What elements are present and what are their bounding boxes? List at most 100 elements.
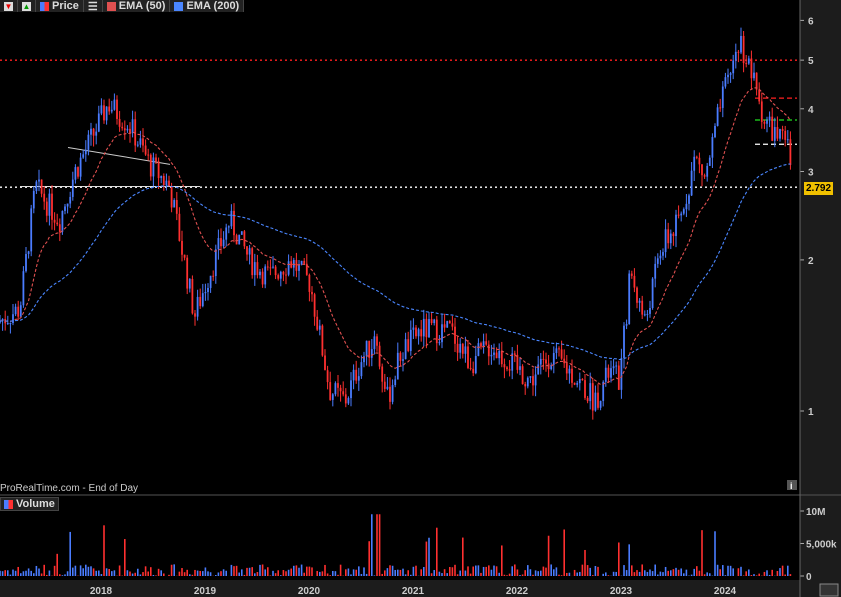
volume-bar <box>638 571 641 576</box>
candle <box>503 364 506 368</box>
volume-bar <box>677 569 680 576</box>
candle <box>425 318 428 338</box>
candle <box>682 209 685 214</box>
candle <box>142 138 144 146</box>
candle <box>58 224 61 232</box>
candle <box>277 275 280 279</box>
candle <box>214 249 217 277</box>
candle <box>576 383 579 385</box>
candle <box>636 287 638 303</box>
volume-bar <box>157 568 160 576</box>
candle <box>521 366 524 385</box>
volume-bar <box>657 574 659 576</box>
volume-bar <box>740 566 742 576</box>
candle <box>693 156 696 171</box>
candle <box>485 341 488 345</box>
candle <box>370 349 373 358</box>
candle <box>766 120 768 124</box>
volume-bar <box>456 574 459 576</box>
volume-bar <box>750 575 753 576</box>
candle <box>188 278 191 289</box>
volume-bar <box>124 539 126 576</box>
y-tick-label: 4 <box>808 105 814 116</box>
volume-bar <box>280 575 282 576</box>
candle <box>318 325 321 330</box>
volume-bar <box>495 566 498 576</box>
volume-bar <box>87 566 90 576</box>
volume-bar <box>475 565 477 576</box>
candle <box>27 251 30 255</box>
candle <box>708 157 711 166</box>
volume-bar <box>326 573 329 576</box>
candle <box>290 261 293 268</box>
candle <box>643 314 646 316</box>
volume-bar <box>300 564 303 576</box>
volume-bar <box>113 570 116 576</box>
candle <box>402 359 404 361</box>
candle <box>409 329 412 351</box>
volume-bar <box>542 566 545 576</box>
volume-bar <box>30 570 32 576</box>
candle <box>170 186 173 208</box>
candle <box>589 383 592 402</box>
time-axis[interactable] <box>0 580 800 597</box>
volume-bar <box>61 575 64 576</box>
candle <box>474 356 477 374</box>
candle <box>186 257 189 289</box>
expand-panel-icon[interactable] <box>819 583 839 597</box>
candle <box>558 348 560 350</box>
candle <box>191 278 194 314</box>
volume-bar <box>581 564 584 576</box>
volume-bar <box>160 570 162 576</box>
candle <box>464 346 467 354</box>
candle <box>339 387 342 392</box>
volume-bar <box>467 566 469 576</box>
candle <box>123 128 126 131</box>
candle <box>30 208 33 252</box>
candle <box>578 379 581 384</box>
candle <box>113 99 116 110</box>
candle <box>506 367 508 370</box>
volume-bar <box>675 567 677 576</box>
candle <box>493 352 495 355</box>
volume-bar <box>251 567 253 576</box>
candle <box>737 51 740 53</box>
candle <box>274 266 277 276</box>
volume-bar <box>477 565 480 576</box>
candle <box>175 200 178 214</box>
volume-bar <box>508 573 511 576</box>
price-chart[interactable]: 1 2 3 4 5 6 2018 2019 2020 2021 2022 2023 2024 0 5,000… <box>0 0 841 597</box>
candle <box>136 144 139 146</box>
volume-bar <box>490 569 493 576</box>
volume-bar <box>90 566 92 576</box>
candle <box>121 126 124 129</box>
candle <box>659 255 662 259</box>
candle <box>201 293 204 307</box>
candle <box>194 313 196 317</box>
candle <box>287 261 290 275</box>
volume-bar <box>560 575 563 576</box>
volume-bar <box>98 570 100 576</box>
candle <box>6 323 9 325</box>
volume-bar <box>1 571 4 576</box>
volume-bar <box>14 570 17 576</box>
candle <box>716 107 719 126</box>
volume-bar <box>298 567 300 576</box>
legend-volume[interactable]: Volume <box>0 497 59 511</box>
candle <box>376 336 378 346</box>
candle <box>649 307 651 314</box>
candle <box>178 213 181 241</box>
candle <box>108 106 111 112</box>
candle <box>581 379 584 381</box>
candle <box>433 319 436 324</box>
ema-50-line <box>0 87 791 386</box>
candle <box>196 296 199 317</box>
candle <box>233 210 235 236</box>
candle <box>311 291 313 295</box>
volume-bar <box>451 567 454 576</box>
volume-bar <box>472 566 474 576</box>
candle <box>786 139 789 141</box>
candle <box>542 358 545 360</box>
volume-bar <box>332 570 334 576</box>
candle <box>599 400 602 408</box>
